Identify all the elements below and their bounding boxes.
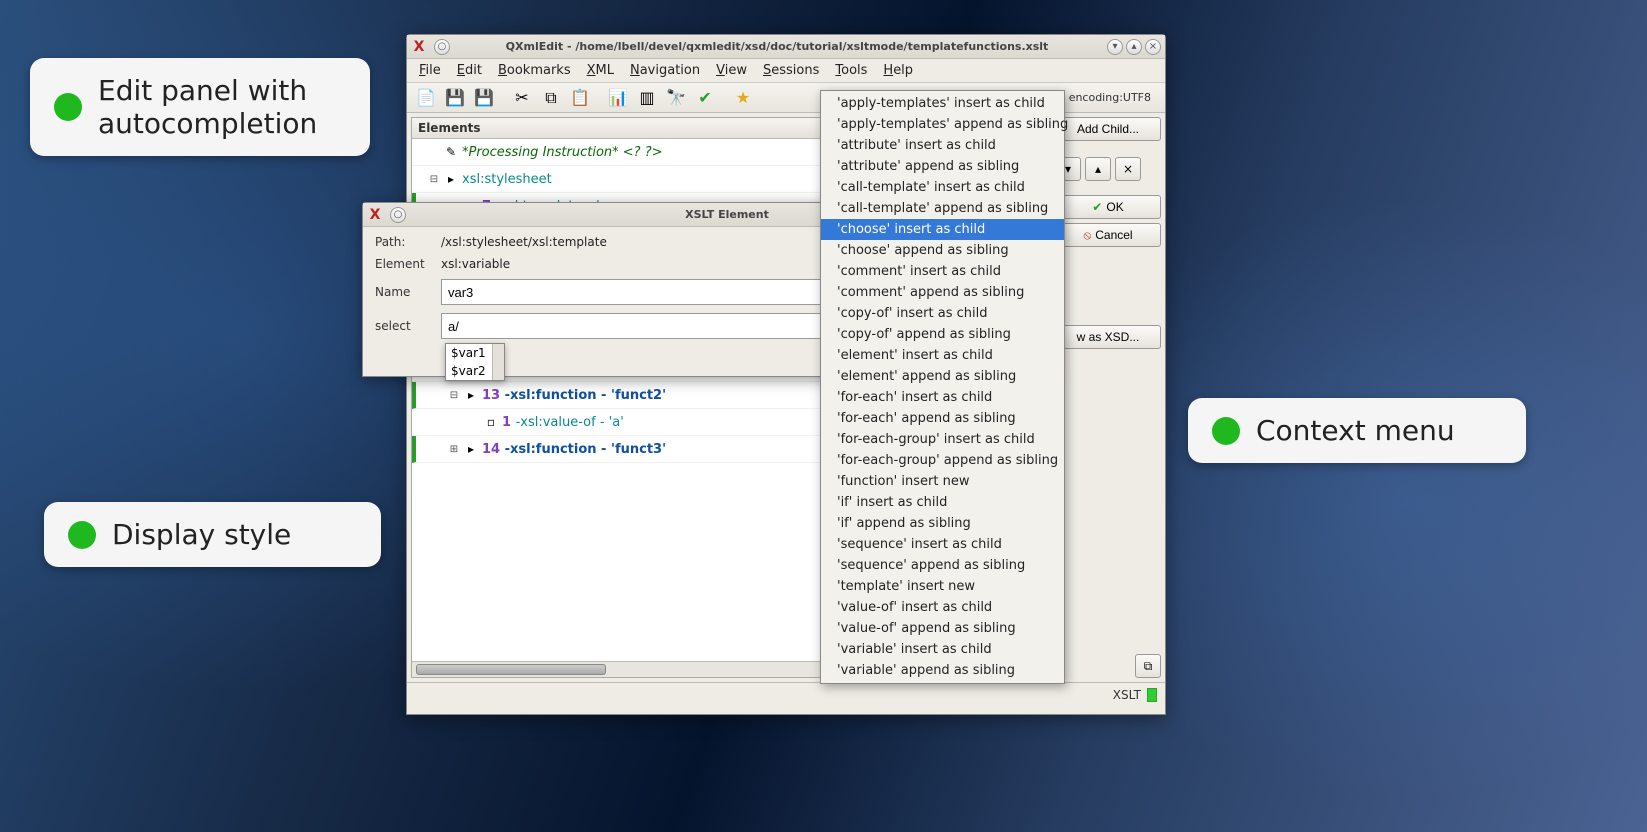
dialog-menu-button[interactable]: ○ bbox=[390, 207, 406, 223]
context-menu-item[interactable]: 'for-each' append as sibling bbox=[821, 408, 1064, 429]
validate-icon[interactable]: ✔ bbox=[692, 86, 718, 110]
callout-text: Edit panel with autocompletion bbox=[98, 74, 346, 140]
menu-file[interactable]: File bbox=[411, 61, 449, 80]
status-bar: XSLT bbox=[407, 682, 1165, 706]
chart-icon[interactable]: 📊 bbox=[605, 86, 631, 110]
callout-display-style: Display style bbox=[44, 502, 381, 567]
expander-icon[interactable]: ⊞ bbox=[448, 444, 460, 455]
context-menu-item[interactable]: 'call-template' append as sibling bbox=[821, 198, 1064, 219]
binoculars-icon[interactable]: 🔭 bbox=[663, 86, 689, 110]
context-menu-item[interactable]: 'comment' insert as child bbox=[821, 261, 1064, 282]
context-menu-item[interactable]: 'attribute' append as sibling bbox=[821, 156, 1064, 177]
callout-edit-panel: Edit panel with autocompletion bbox=[30, 58, 370, 156]
cut-icon[interactable]: ✂ bbox=[509, 86, 535, 110]
context-menu-item[interactable]: 'comment' append as sibling bbox=[821, 282, 1064, 303]
titlebar: X ○ QXmlEdit - /home/lbell/devel/qxmledi… bbox=[407, 35, 1165, 59]
menu-bookmarks[interactable]: Bookmarks bbox=[490, 61, 579, 80]
element-label: Element bbox=[375, 257, 431, 271]
view-as-xsd-button[interactable]: w as XSD... bbox=[1055, 325, 1161, 349]
menu-xml[interactable]: XML bbox=[579, 61, 622, 80]
menu-view[interactable]: View bbox=[708, 61, 755, 80]
callout-dot-icon bbox=[54, 93, 82, 121]
nav-close-button[interactable]: × bbox=[1115, 157, 1141, 181]
context-menu-item[interactable]: 'function' insert new bbox=[821, 471, 1064, 492]
doc-icon: ▸ bbox=[443, 171, 459, 187]
context-menu-item[interactable]: 'choose' insert as child bbox=[821, 219, 1064, 240]
maximize-button[interactable]: ▴ bbox=[1126, 39, 1142, 55]
context-menu-item[interactable]: 'if' append as sibling bbox=[821, 513, 1064, 534]
dialog-app-icon: X bbox=[367, 207, 383, 223]
callout-dot-icon bbox=[1212, 417, 1240, 445]
context-menu-item[interactable]: 'sequence' append as sibling bbox=[821, 555, 1064, 576]
context-menu-item[interactable]: 'copy-of' insert as child bbox=[821, 303, 1064, 324]
context-menu-item[interactable]: 'value-of' append as sibling bbox=[821, 618, 1064, 639]
scrollbar-thumb[interactable] bbox=[416, 664, 606, 675]
callout-context-menu: Context menu bbox=[1188, 398, 1526, 463]
menu-help[interactable]: Help bbox=[875, 61, 921, 80]
context-menu-item[interactable]: 'if' insert as child bbox=[821, 492, 1064, 513]
bookmark-icon[interactable]: ★ bbox=[730, 86, 756, 110]
menu-edit[interactable]: Edit bbox=[449, 61, 490, 80]
context-menu-item[interactable]: 'sequence' insert as child bbox=[821, 534, 1064, 555]
window-menu-button[interactable]: ○ bbox=[434, 39, 450, 55]
open-icon[interactable]: 💾 bbox=[442, 86, 468, 110]
close-button[interactable]: × bbox=[1145, 39, 1161, 55]
callout-text: Context menu bbox=[1256, 414, 1455, 447]
menu-tools[interactable]: Tools bbox=[827, 61, 875, 80]
copy-icon[interactable]: ⧉ bbox=[538, 86, 564, 110]
cancel-button[interactable]: ⦸ Cancel bbox=[1055, 223, 1161, 247]
ok-button[interactable]: ✔ OK bbox=[1055, 195, 1161, 219]
doc-icon: ▸ bbox=[463, 387, 479, 403]
paste-icon[interactable]: 📋 bbox=[567, 86, 593, 110]
doc-icon: ▸ bbox=[463, 441, 479, 457]
leaf-icon: ▫ bbox=[483, 414, 499, 430]
context-menu-item[interactable]: 'template' insert new bbox=[821, 576, 1064, 597]
minimize-button[interactable]: ▾ bbox=[1107, 39, 1123, 55]
context-menu-item[interactable]: 'apply-templates' insert as child bbox=[821, 93, 1064, 114]
context-menu-item[interactable]: 'element' insert as child bbox=[821, 345, 1064, 366]
menubar: File Edit Bookmarks XML Navigation View … bbox=[407, 59, 1165, 83]
context-menu-item[interactable]: 'copy-of' append as sibling bbox=[821, 324, 1064, 345]
side-button-panel: Add Child... ▾ ▴ × ✔ OK ⦸ Cancel w as XS… bbox=[1055, 117, 1161, 678]
context-menu-item[interactable]: 'value-of' insert as child bbox=[821, 597, 1064, 618]
status-indicator-icon bbox=[1147, 688, 1157, 702]
select-label: select bbox=[375, 319, 431, 333]
name-label: Name bbox=[375, 285, 431, 299]
columns-icon[interactable]: ▥ bbox=[634, 86, 660, 110]
context-menu-item[interactable]: 'choose' append as sibling bbox=[821, 240, 1064, 261]
nav-up-button[interactable]: ▴ bbox=[1085, 157, 1111, 181]
encoding-label: encoding:UTF8 bbox=[1069, 91, 1159, 104]
menu-navigation[interactable]: Navigation bbox=[622, 61, 708, 80]
window-title: QXmlEdit - /home/lbell/devel/qxmledit/xs… bbox=[450, 40, 1104, 53]
app-icon: X bbox=[411, 39, 427, 55]
path-label: Path: bbox=[375, 235, 431, 249]
copy-small-button[interactable]: ⧉ bbox=[1135, 654, 1161, 678]
callout-text: Display style bbox=[112, 518, 291, 551]
context-menu-item[interactable]: 'for-each' insert as child bbox=[821, 387, 1064, 408]
context-menu-item[interactable]: 'for-each-group' append as sibling bbox=[821, 450, 1064, 471]
context-menu-item[interactable]: 'variable' append as sibling bbox=[821, 660, 1064, 681]
context-menu: 'apply-templates' insert as child'apply-… bbox=[820, 90, 1065, 684]
context-menu-item[interactable]: 'apply-templates' append as sibling bbox=[821, 114, 1064, 135]
context-menu-item[interactable]: 'variable' insert as child bbox=[821, 639, 1064, 660]
menu-sessions[interactable]: Sessions bbox=[755, 61, 827, 80]
wand-icon: ✎ bbox=[443, 144, 459, 160]
expander-icon[interactable]: ⊟ bbox=[448, 390, 460, 401]
context-menu-item[interactable]: 'for-each-group' insert as child bbox=[821, 429, 1064, 450]
context-menu-item[interactable]: 'call-template' insert as child bbox=[821, 177, 1064, 198]
autocomplete-scrollbar[interactable] bbox=[492, 344, 504, 380]
status-mode-label: XSLT bbox=[1113, 688, 1141, 702]
expander-icon[interactable]: ⊟ bbox=[428, 174, 440, 185]
new-document-icon[interactable]: 📄 bbox=[413, 86, 439, 110]
callout-dot-icon bbox=[68, 521, 96, 549]
context-menu-item[interactable]: 'attribute' insert as child bbox=[821, 135, 1064, 156]
autocomplete-popup: $var1 $var2 bbox=[445, 343, 505, 381]
add-child-button[interactable]: Add Child... bbox=[1055, 117, 1161, 141]
save-icon[interactable]: 💾 bbox=[471, 86, 497, 110]
context-menu-item[interactable]: 'element' append as sibling bbox=[821, 366, 1064, 387]
